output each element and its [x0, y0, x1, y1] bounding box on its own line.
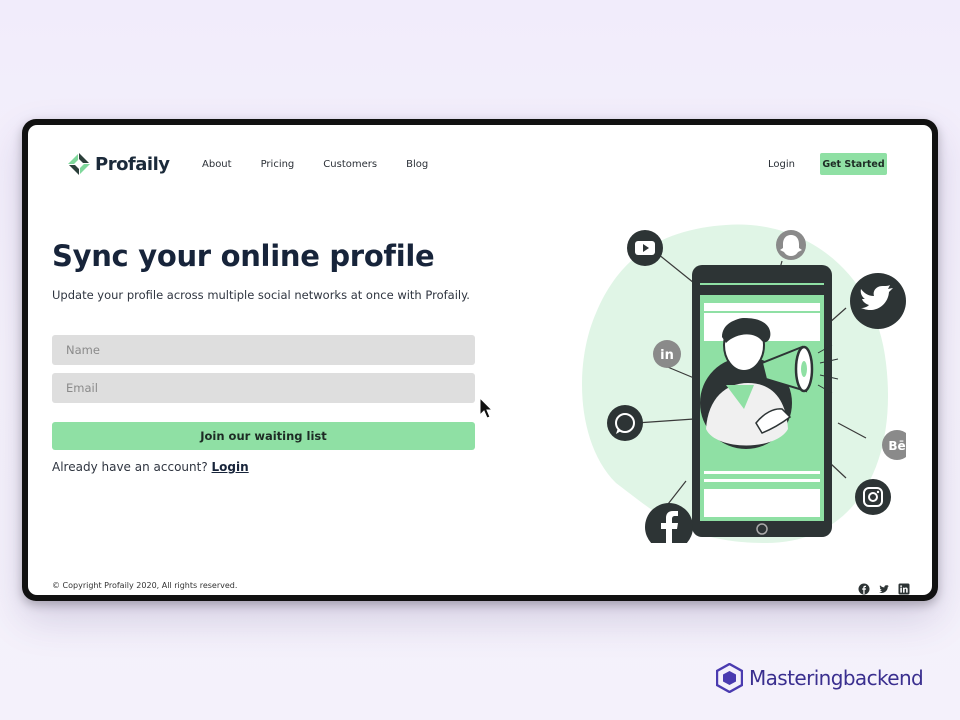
linkedin-icon[interactable] — [898, 580, 910, 595]
svg-text:in: in — [660, 348, 674, 363]
account-prompt-text: Already have an account? — [52, 460, 208, 474]
footer-copyright: © Copyright Profaily 2020, All rights re… — [52, 581, 238, 590]
hero-illustration: in Bē — [582, 224, 906, 543]
linkedin-icon: in — [653, 340, 681, 368]
instagram-icon — [855, 479, 891, 515]
account-prompt: Already have an account? Login — [52, 460, 249, 474]
email-input[interactable] — [52, 373, 475, 403]
masteringbackend-watermark: Masteringbackend — [716, 663, 924, 693]
mouse-cursor-icon — [479, 397, 494, 419]
whatsapp-icon — [607, 405, 643, 441]
nav-login-link[interactable]: Login — [768, 159, 795, 170]
hero-headline: Sync your online profile — [52, 239, 435, 273]
account-login-link[interactable]: Login — [212, 460, 249, 474]
nav-pricing[interactable]: Pricing — [261, 159, 295, 170]
behance-icon: Bē — [882, 430, 906, 460]
get-started-button[interactable]: Get Started — [820, 153, 887, 175]
twitter-icon — [850, 273, 906, 329]
nav-about[interactable]: About — [202, 159, 232, 170]
youtube-icon — [627, 230, 663, 266]
masteringbackend-text: Masteringbackend — [749, 666, 924, 690]
twitter-icon[interactable] — [878, 580, 890, 593]
join-waitlist-button[interactable]: Join our waiting list — [52, 422, 475, 450]
name-input[interactable] — [52, 335, 475, 365]
nav-blog[interactable]: Blog — [406, 159, 428, 170]
laptop-frame: Profaily About Pricing Customers Blog Lo… — [22, 119, 938, 601]
footer-social — [858, 580, 910, 595]
svg-text:Bē: Bē — [888, 439, 905, 453]
main-nav: About Pricing Customers Blog — [202, 159, 428, 170]
snapchat-icon — [776, 230, 806, 260]
profaily-logo-icon — [68, 153, 90, 175]
brand-logo[interactable]: Profaily — [67, 152, 170, 176]
brand-name: Profaily — [95, 153, 170, 175]
nav-customers[interactable]: Customers — [323, 159, 377, 170]
facebook-icon[interactable] — [858, 580, 870, 595]
landing-page: Profaily About Pricing Customers Blog Lo… — [28, 125, 932, 595]
hero-subtext: Update your profile across multiple soci… — [52, 288, 470, 302]
masteringbackend-logo-icon — [716, 663, 743, 693]
